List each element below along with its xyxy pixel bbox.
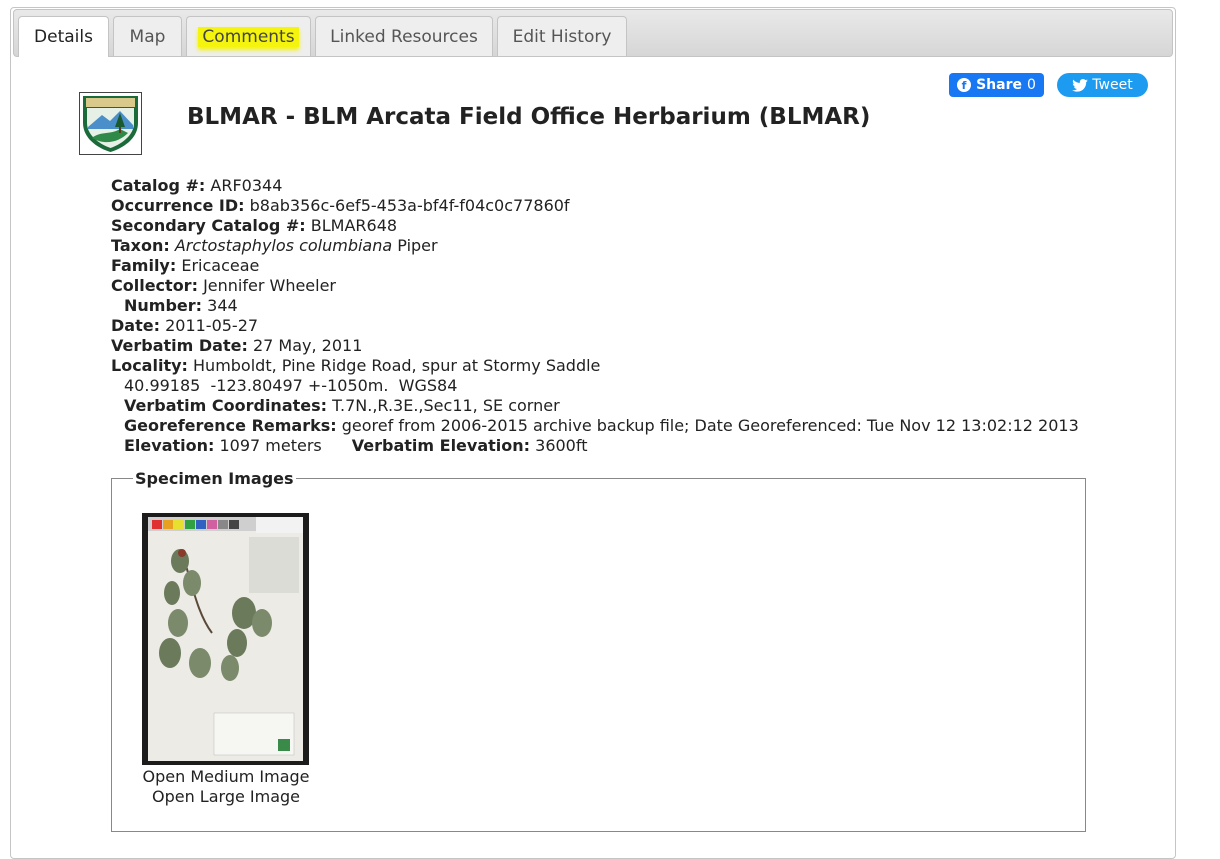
page-title: BLMAR - BLM Arcata Field Office Herbariu… (187, 104, 871, 130)
elevation-value: 1097 meters (219, 436, 322, 455)
specimen-images-legend: Specimen Images (133, 469, 296, 488)
record-details: Catalog #: ARF0344 Occurrence ID: b8ab35… (111, 176, 1079, 456)
tab-comments[interactable]: Comments (186, 16, 311, 56)
open-large-image-link[interactable]: Open Large Image (126, 787, 326, 806)
share-label: Share (976, 77, 1022, 93)
coordinates-value: 40.99185 -123.80497 +-1050m. WGS84 (124, 376, 458, 395)
specimen-image-thumbnail[interactable] (142, 513, 309, 765)
verbatim-elevation-value: 3600ft (535, 436, 588, 455)
collector-label: Collector: (111, 276, 198, 295)
secondary-catalog-label: Secondary Catalog #: (111, 216, 306, 235)
tab-linked-resources[interactable]: Linked Resources (315, 16, 493, 56)
facebook-icon: f (957, 78, 972, 92)
open-medium-image-link[interactable]: Open Medium Image (126, 767, 326, 786)
verbatim-elevation-label: Verbatim Elevation: (351, 436, 531, 455)
number-value: 344 (207, 296, 238, 315)
elevation-label: Elevation: (124, 436, 215, 455)
georeference-remarks-label: Georeference Remarks: (124, 416, 337, 435)
taxon-name: Arctostaphylos columbiana (174, 236, 393, 255)
verbatim-date-value: 27 May, 2011 (252, 336, 363, 355)
family-label: Family: (111, 256, 177, 275)
family-value: Ericaceae (181, 256, 260, 275)
share-count: 0 (1026, 77, 1036, 93)
facebook-share-button[interactable]: f Share 0 (949, 73, 1044, 97)
date-label: Date: (111, 316, 160, 335)
catalog-label: Catalog #: (111, 176, 206, 195)
locality-value: Humboldt, Pine Ridge Road, spur at Storm… (193, 356, 601, 375)
date-value: 2011-05-27 (165, 316, 259, 335)
collector-value: Jennifer Wheeler (203, 276, 337, 295)
tab-edit-history[interactable]: Edit History (497, 16, 627, 56)
number-label: Number: (124, 296, 203, 315)
tab-details[interactable]: Details (18, 16, 109, 57)
georeference-remarks-value: georef from 2006-2015 archive backup fil… (341, 416, 1079, 435)
catalog-value: ARF0344 (210, 176, 283, 195)
tweet-button[interactable]: Tweet (1057, 73, 1148, 97)
secondary-catalog-value: BLMAR648 (310, 216, 398, 235)
verbatim-coordinates-value: T.7N.,R.3E.,Sec11, SE corner (332, 396, 560, 415)
occurrence-id-value: b8ab356c-6ef5-453a-bf4f-f04c0c77860f (249, 196, 570, 215)
taxon-author: Piper (397, 236, 438, 255)
locality-label: Locality: (111, 356, 188, 375)
blm-shield-logo (79, 92, 142, 155)
highlight-mark: Comments (198, 27, 299, 47)
tab-map[interactable]: Map (113, 16, 182, 56)
occurrence-id-label: Occurrence ID: (111, 196, 245, 215)
twitter-bird-icon (1072, 78, 1089, 92)
verbatim-date-label: Verbatim Date: (111, 336, 248, 355)
tweet-label: Tweet (1092, 77, 1133, 93)
taxon-label: Taxon: (111, 236, 170, 255)
verbatim-coordinates-label: Verbatim Coordinates: (124, 396, 328, 415)
